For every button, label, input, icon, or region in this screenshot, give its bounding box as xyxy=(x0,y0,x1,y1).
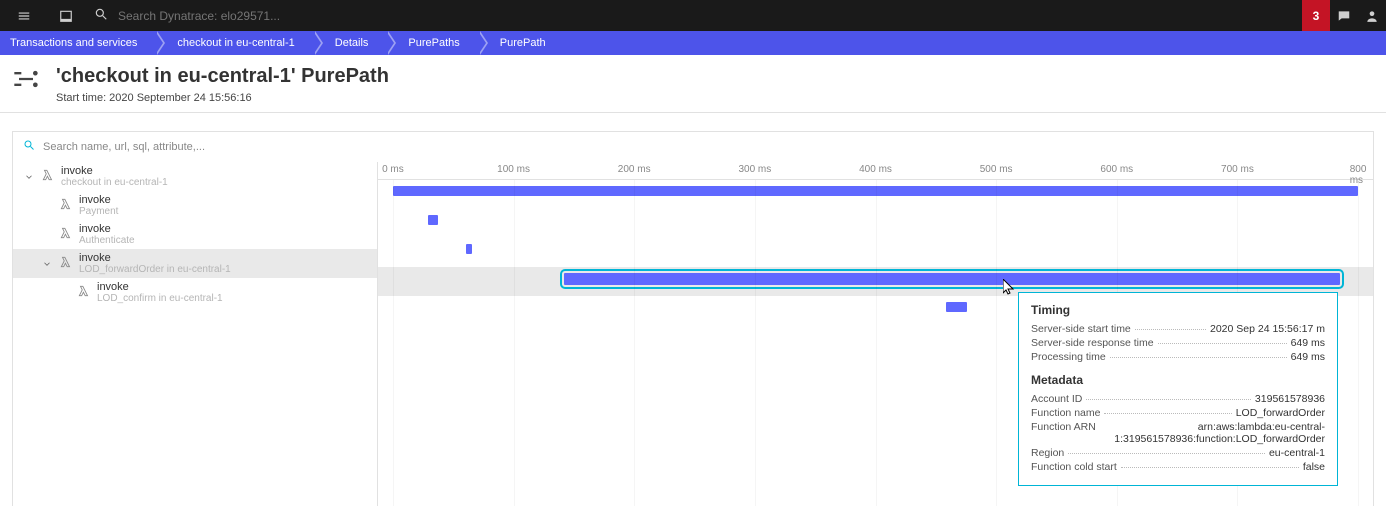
tooltip-row: Account ID319561578936 xyxy=(1031,393,1325,405)
span-tooltip: Timing Server-side start time2020 Sep 24… xyxy=(1018,292,1338,486)
tooltip-metadata-header: Metadata xyxy=(1031,373,1325,387)
axis-tick: 0 ms xyxy=(382,164,404,175)
tooltip-timing-header: Timing xyxy=(1031,303,1325,317)
tooltip-row: Function ARNarn:aws:lambda:eu-central-1:… xyxy=(1031,421,1325,445)
tree-row[interactable]: invokeLOD_forwardOrder in eu-central-1 xyxy=(13,249,377,278)
span-bar[interactable] xyxy=(428,215,437,225)
dashboard-icon[interactable] xyxy=(52,0,80,31)
axis-tick: 300 ms xyxy=(738,164,771,175)
tree-row[interactable]: invokeAuthenticate xyxy=(13,220,377,249)
tooltip-row: Function nameLOD_forwardOrder xyxy=(1031,407,1325,419)
tree-search-input[interactable] xyxy=(41,140,1363,154)
span-title: invoke xyxy=(79,223,135,235)
tree-row[interactable]: invokePayment xyxy=(13,191,377,220)
span-title: invoke xyxy=(79,252,231,264)
lambda-icon xyxy=(41,168,55,185)
tooltip-row: Server-side response time649 ms xyxy=(1031,337,1325,349)
span-subtitle: checkout in eu-central-1 xyxy=(61,177,168,188)
page-subtitle: Start time: 2020 September 24 15:56:16 xyxy=(56,92,389,104)
breadcrumb-item[interactable]: Details xyxy=(313,31,387,55)
tooltip-row: Regioneu-central-1 xyxy=(1031,447,1325,459)
lambda-icon xyxy=(59,197,73,214)
span-subtitle: Authenticate xyxy=(79,235,135,246)
breadcrumb-item[interactable]: Transactions and services xyxy=(0,31,155,55)
tree-row[interactable]: invokecheckout in eu-central-1 xyxy=(13,162,377,191)
chevron-down-icon[interactable] xyxy=(41,259,53,269)
page-header: 'checkout in eu-central-1' PurePath Star… xyxy=(0,55,1386,113)
axis-tick: 100 ms xyxy=(497,164,530,175)
panel-search xyxy=(13,132,1373,162)
breadcrumb: Transactions and servicescheckout in eu-… xyxy=(0,31,1386,55)
axis-tick: 700 ms xyxy=(1221,164,1254,175)
time-axis: 0 ms 100 ms 200 ms 300 ms 400 ms 500 ms 600 ms… xyxy=(378,162,1373,180)
global-search-input[interactable] xyxy=(116,8,416,24)
gantt-area: 0 ms 100 ms 200 ms 300 ms 400 ms 500 ms 600 ms… xyxy=(378,162,1373,506)
purepath-panel: invokecheckout in eu-central-1invokePaym… xyxy=(12,131,1374,506)
span-subtitle: Payment xyxy=(79,206,118,217)
problems-badge[interactable]: 3 xyxy=(1302,0,1330,31)
purepath-icon xyxy=(12,65,40,98)
chevron-down-icon[interactable] xyxy=(23,172,35,182)
breadcrumb-item[interactable]: PurePath xyxy=(478,31,564,55)
page-title: 'checkout in eu-central-1' PurePath xyxy=(56,65,389,88)
tooltip-row: Server-side start time2020 Sep 24 15:56:… xyxy=(1031,323,1325,335)
tooltip-row: Processing time649 ms xyxy=(1031,351,1325,363)
span-tree: invokecheckout in eu-central-1invokePaym… xyxy=(13,162,378,506)
span-subtitle: LOD_confirm in eu-central-1 xyxy=(97,293,223,304)
tooltip-row: Function cold startfalse xyxy=(1031,461,1325,473)
lambda-icon xyxy=(59,226,73,243)
span-title: invoke xyxy=(61,165,168,177)
search-icon[interactable] xyxy=(94,7,108,24)
menu-icon[interactable] xyxy=(10,0,38,31)
filter-icon xyxy=(23,138,35,156)
breadcrumb-item[interactable]: PurePaths xyxy=(386,31,477,55)
span-bar[interactable] xyxy=(564,273,1341,285)
lambda-icon xyxy=(59,255,73,272)
axis-tick: 200 ms xyxy=(618,164,651,175)
span-title: invoke xyxy=(79,194,118,206)
chat-icon[interactable] xyxy=(1330,0,1358,31)
breadcrumb-item[interactable]: checkout in eu-central-1 xyxy=(155,31,312,55)
axis-tick: 500 ms xyxy=(980,164,1013,175)
span-title: invoke xyxy=(97,281,223,293)
span-subtitle: LOD_forwardOrder in eu-central-1 xyxy=(79,264,231,275)
span-bar[interactable] xyxy=(466,244,472,254)
tree-row[interactable]: invokeLOD_confirm in eu-central-1 xyxy=(13,278,377,307)
lambda-icon xyxy=(77,284,91,301)
top-bar: 3 xyxy=(0,0,1386,31)
user-icon[interactable] xyxy=(1358,0,1386,31)
axis-tick: 400 ms xyxy=(859,164,892,175)
axis-tick: 600 ms xyxy=(1100,164,1133,175)
span-bar[interactable] xyxy=(946,302,967,312)
